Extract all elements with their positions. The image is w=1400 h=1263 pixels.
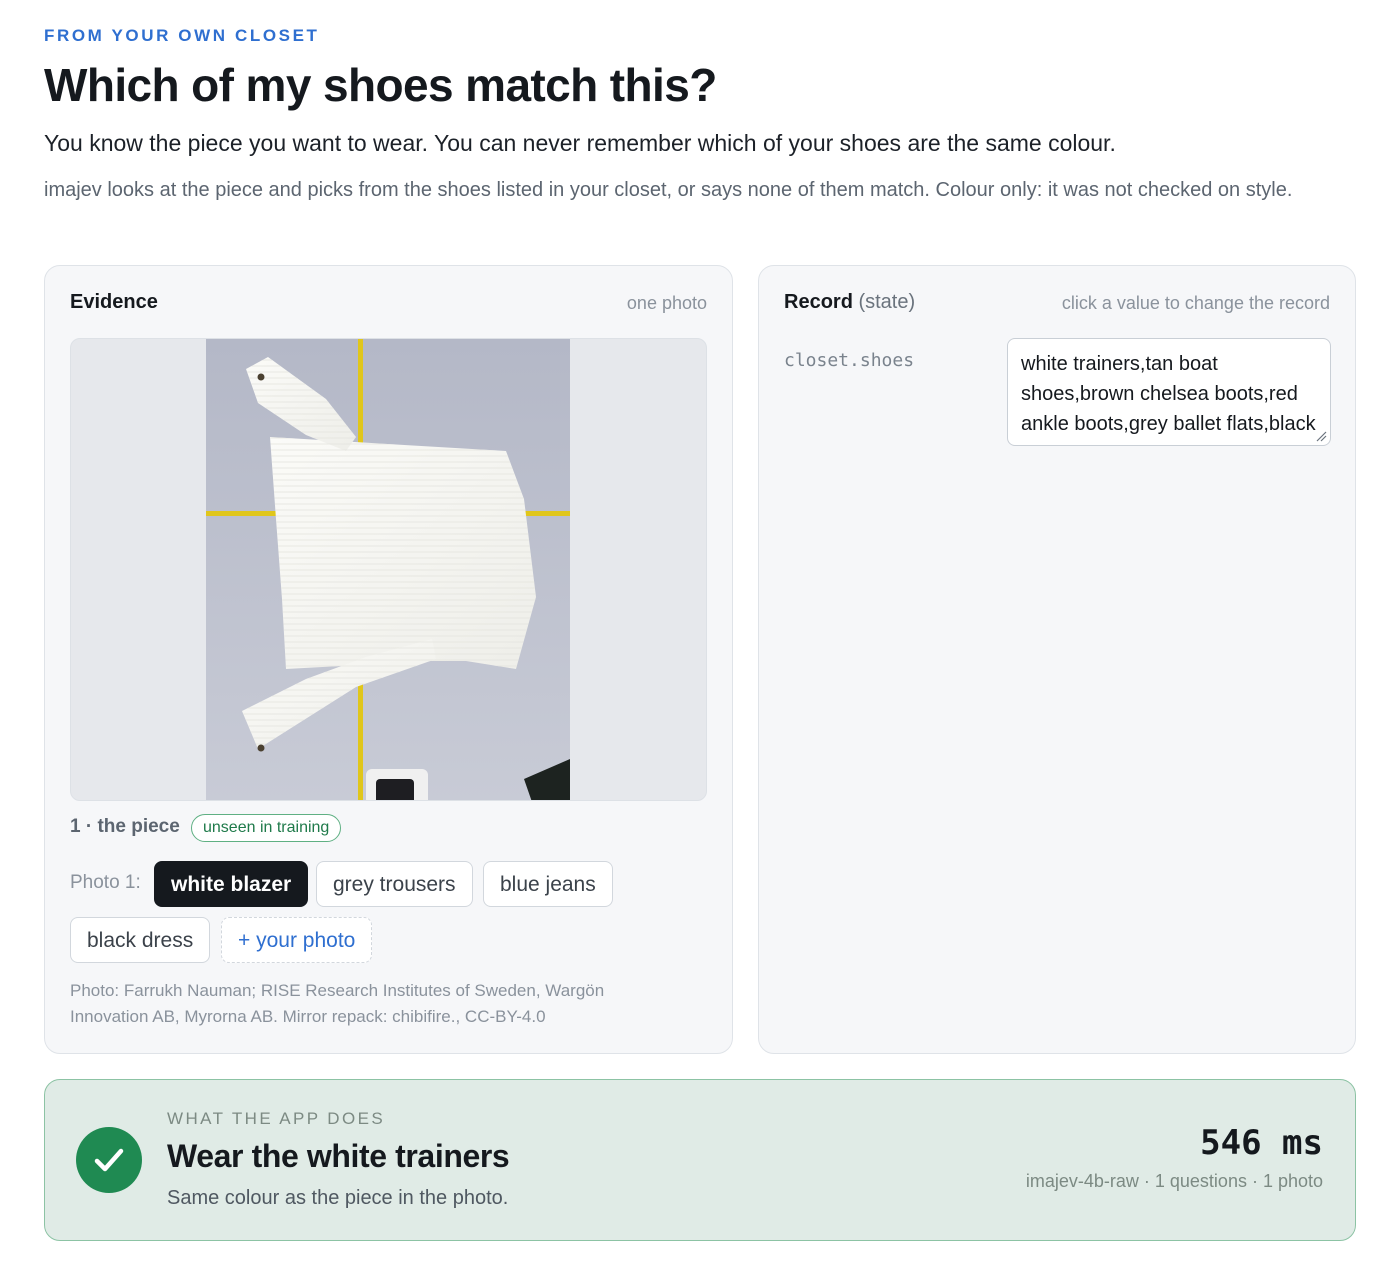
evidence-meta: one photo [626,293,707,313]
record-title-suffix: (state) [858,291,916,313]
record-title: Record (state) [784,291,915,314]
evidence-title: Evidence [70,291,158,313]
photo-caption: 1 · the piece [70,816,180,837]
photo-credit: Photo: Farrukh Nauman; RISE Research Ins… [70,981,605,1026]
page-lead: You know the piece you want to wear. You… [44,130,1116,156]
check-icon [76,1127,142,1193]
chip-black-dress[interactable]: black dress [70,917,211,963]
evidence-card-header: Evidence one photo [70,291,707,317]
result-banner: WHAT THE APP DOES Wear the white trainer… [44,1079,1356,1241]
latency-value: 546 ms [1200,1123,1323,1163]
page-description: imajev looks at the piece and picks from… [44,179,1293,201]
photo-chip-label: Photo 1: [70,872,141,893]
evidence-card: Evidence one photo 1 · the piece unseen … [44,265,733,1054]
result-subtitle: Same colour as the piece in the photo. [167,1187,509,1209]
chip-grey-trousers[interactable]: grey trousers [316,861,473,907]
unseen-badge: unseen in training [191,814,342,842]
resize-handle-icon[interactable] [1315,430,1327,442]
closet-shoes-field[interactable]: white trainers,tan boat shoes,brown chel… [1007,338,1331,446]
page-title: Which of my shoes match this? [44,59,717,111]
evidence-photo [206,339,570,800]
record-card-header: Record (state) click a value to change t… [784,291,1330,317]
record-meta: click a value to change the record [1061,293,1330,313]
chip-white-blazer[interactable]: white blazer [154,861,309,907]
result-eyebrow: WHAT THE APP DOES [167,1109,386,1128]
record-card: Record (state) click a value to change t… [758,265,1356,1054]
add-photo-button[interactable]: + your photo [221,917,373,963]
result-meta: imajev-4b-raw · 1 questions · 1 photo [1025,1171,1323,1191]
chip-blue-jeans[interactable]: blue jeans [483,861,613,907]
result-title: Wear the white trainers [167,1138,510,1174]
field-key-closet-shoes: closet.shoes [784,350,915,371]
record-title-text: Record [784,291,853,313]
photo-frame [70,338,707,801]
page-eyebrow: FROM YOUR OWN CLOSET [44,26,320,45]
